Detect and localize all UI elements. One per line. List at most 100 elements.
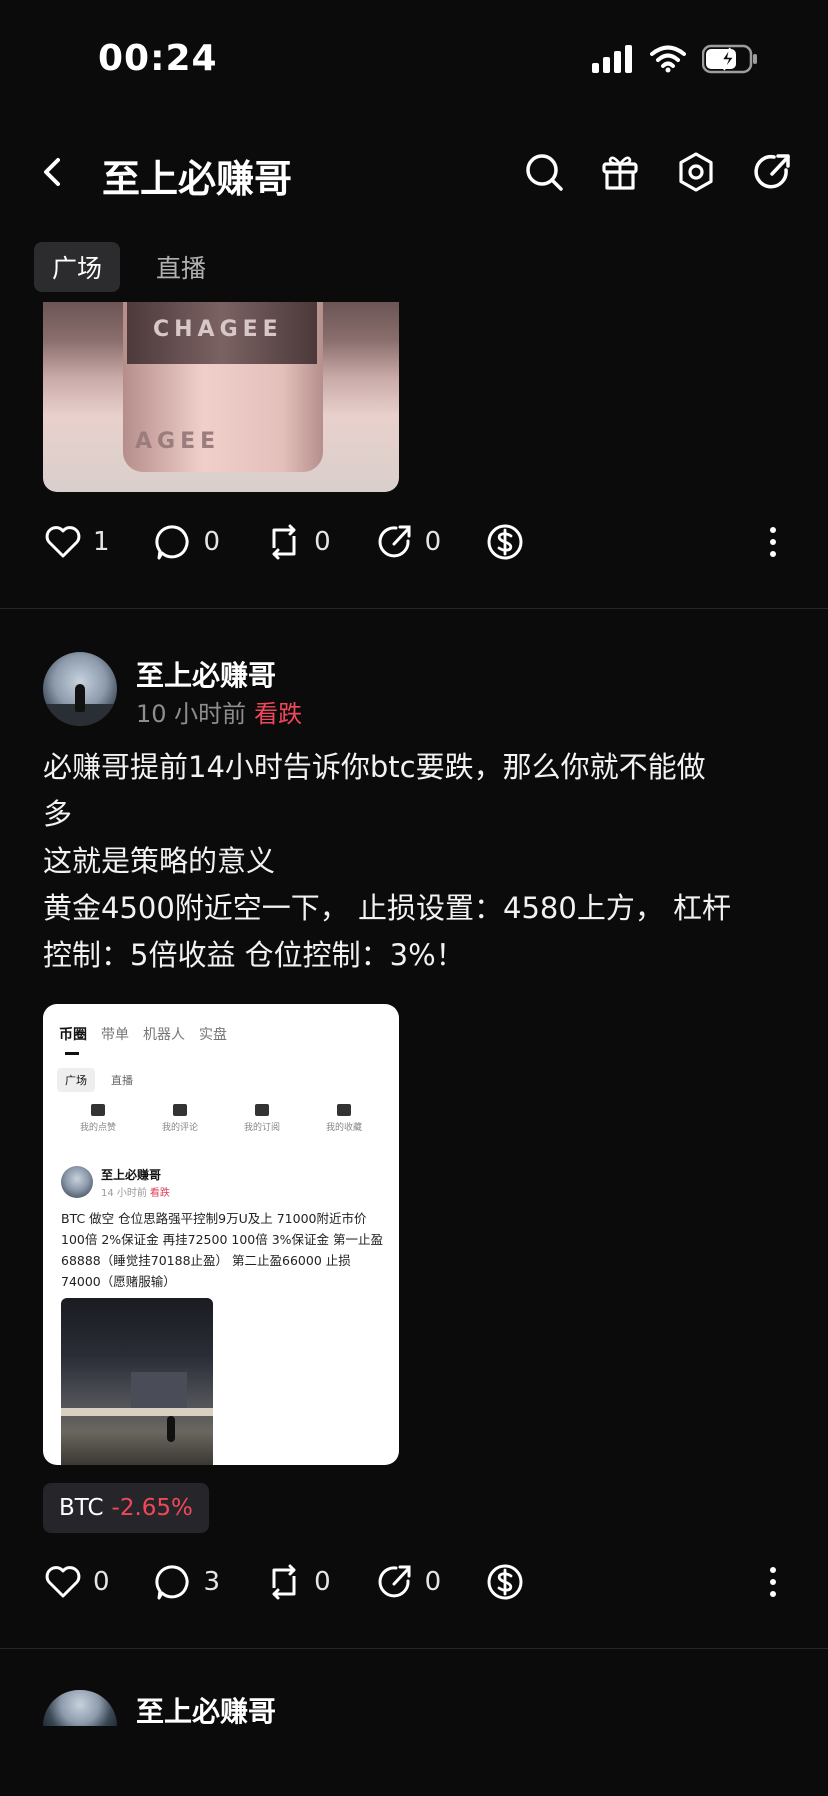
more-button[interactable] (753, 522, 793, 562)
screenshot-tab: 币圈 (59, 1027, 87, 1043)
ticker-symbol: BTC (59, 1495, 104, 1521)
screenshot-tabs: 币圈 带单 机器人 实盘 (59, 1024, 227, 1044)
tip-button[interactable] (485, 522, 525, 562)
chat-icon (172, 1104, 187, 1116)
screenshot-photo (61, 1298, 213, 1465)
repost-count: 0 (314, 1567, 331, 1597)
screenshot-quick-item: 我的点赞 (80, 1104, 116, 1133)
settings-icon[interactable] (674, 150, 718, 194)
post-actions: 1 0 0 0 (43, 522, 793, 562)
post-actions: 0 3 0 0 (43, 1562, 793, 1602)
divider (0, 608, 828, 609)
screenshot-subtab: 广场 (57, 1068, 95, 1092)
avatar[interactable] (43, 1690, 117, 1726)
post-text-line: 黄金4500附近空一下， 止损设置：4580上方， 杠杆 (43, 891, 732, 925)
comment-button[interactable]: 3 (154, 1562, 221, 1602)
heart-icon (45, 1566, 81, 1598)
tab-square[interactable]: 广场 (34, 242, 121, 292)
screenshot-quick-item: 我的收藏 (326, 1104, 362, 1133)
screenshot-quick-label: 我的订阅 (243, 1123, 280, 1133)
screenshot-quick-label: 我的点赞 (79, 1123, 116, 1133)
post-text-line: 控制：5倍收益 仓位控制：3%！ (43, 938, 465, 972)
share-post-button[interactable]: 0 (375, 522, 442, 562)
post-text-line: 多 (43, 797, 73, 831)
screenshot-tag: 看跌 (149, 1188, 170, 1199)
status-bar: 00:24 (0, 0, 828, 120)
screenshot-author: 至上必赚哥 (101, 1168, 162, 1182)
screenshot-text: BTC 做空 仓位思路强平控制9万U及上 71000附近市价 100倍 2%保证… (61, 1211, 384, 1289)
screenshot-quick-links: 我的点赞 我的评论 我的订阅 我的收藏 (57, 1104, 385, 1133)
author-name[interactable]: 至上必赚哥 (136, 654, 276, 694)
screenshot-subtabs: 广场 直播 (57, 1068, 141, 1092)
more-vertical-icon (770, 527, 776, 557)
gift-icon[interactable] (598, 150, 642, 194)
signal-icon (592, 45, 632, 73)
thumb-icon (90, 1104, 105, 1116)
screenshot-tab-underline (65, 1052, 79, 1055)
repost-button[interactable]: 0 (264, 522, 331, 562)
post-text-line: 必赚哥提前14小时告诉你btc要跌，那么你就不能做 (43, 750, 706, 784)
status-time: 00:24 (98, 38, 218, 79)
screenshot-tab: 实盘 (199, 1027, 227, 1043)
ticker-change: -2.65% (111, 1495, 193, 1521)
avatar[interactable] (43, 652, 117, 726)
post-meta: 10 小时前 看跌 (136, 694, 302, 729)
screenshot-quick-item: 我的订阅 (244, 1104, 280, 1133)
screenshot-tab: 机器人 (143, 1027, 185, 1043)
screenshot-tab: 带单 (101, 1027, 129, 1043)
repost-icon (272, 1564, 296, 1600)
author-name[interactable]: 至上必赚哥 (136, 1690, 276, 1730)
divider (0, 1648, 828, 1649)
dollar-icon (487, 1564, 523, 1600)
post-screenshot-image[interactable]: 币圈 带单 机器人 实盘 广场 直播 我的点赞 我的评论 我的订阅 我的收藏 至… (43, 1004, 399, 1465)
share-post-button[interactable]: 0 (375, 1562, 442, 1602)
more-button[interactable] (753, 1562, 793, 1602)
header: 至上必赚哥 (0, 130, 828, 214)
cup-brand-text: CHAGEE (153, 317, 283, 342)
comment-count: 3 (203, 1567, 221, 1597)
share-icon (378, 525, 411, 558)
post-text: 必赚哥提前14小时告诉你btc要跌，那么你就不能做 多 这就是策略的意义 黄金4… (43, 744, 783, 979)
screenshot-quick-label: 我的收藏 (325, 1123, 362, 1133)
tab-bar: 广场 直播 (34, 242, 224, 292)
post-header: 至上必赚哥 (43, 1690, 803, 1770)
screenshot-time: 14 小时前 (101, 1188, 147, 1199)
heart-icon (45, 526, 81, 558)
more-vertical-icon (770, 1567, 776, 1597)
comment-count: 0 (203, 527, 221, 557)
back-icon[interactable] (34, 150, 70, 194)
battery-charging-icon (702, 44, 757, 74)
share-count: 0 (424, 1567, 442, 1597)
post-image[interactable]: CHAGEE AGEE (43, 302, 399, 492)
user-icon (254, 1104, 269, 1116)
star-icon (336, 1104, 351, 1116)
search-icon[interactable] (522, 150, 566, 194)
like-count: 1 (93, 527, 110, 557)
cup-brand-text: AGEE (135, 429, 221, 454)
status-icons (592, 44, 758, 74)
post-time: 10 小时前 (136, 700, 247, 728)
comment-icon (154, 525, 189, 560)
repost-icon (272, 524, 296, 560)
comment-button[interactable]: 0 (154, 522, 221, 562)
comment-icon (154, 1565, 189, 1600)
wifi-icon (650, 45, 686, 73)
share-icon (378, 1565, 411, 1598)
screenshot-avatar (61, 1166, 93, 1198)
screenshot-quick-label: 我的评论 (161, 1123, 198, 1133)
share-count: 0 (424, 527, 442, 557)
dollar-icon (487, 524, 523, 560)
sentiment-tag: 看跌 (254, 700, 303, 728)
ticker-chip[interactable]: BTC -2.65% (43, 1483, 209, 1533)
screenshot-subtab: 直播 (111, 1074, 133, 1087)
like-button[interactable]: 1 (43, 522, 110, 562)
post-text-line: 这就是策略的意义 (43, 844, 276, 878)
tip-button[interactable] (485, 1562, 525, 1602)
like-button[interactable]: 0 (43, 1562, 110, 1602)
like-count: 0 (93, 1567, 110, 1597)
share-icon[interactable] (750, 150, 794, 194)
repost-count: 0 (314, 527, 331, 557)
tab-live[interactable]: 直播 (138, 242, 224, 292)
repost-button[interactable]: 0 (264, 1562, 331, 1602)
screenshot-meta: 14 小时前 看跌 (101, 1184, 170, 1199)
